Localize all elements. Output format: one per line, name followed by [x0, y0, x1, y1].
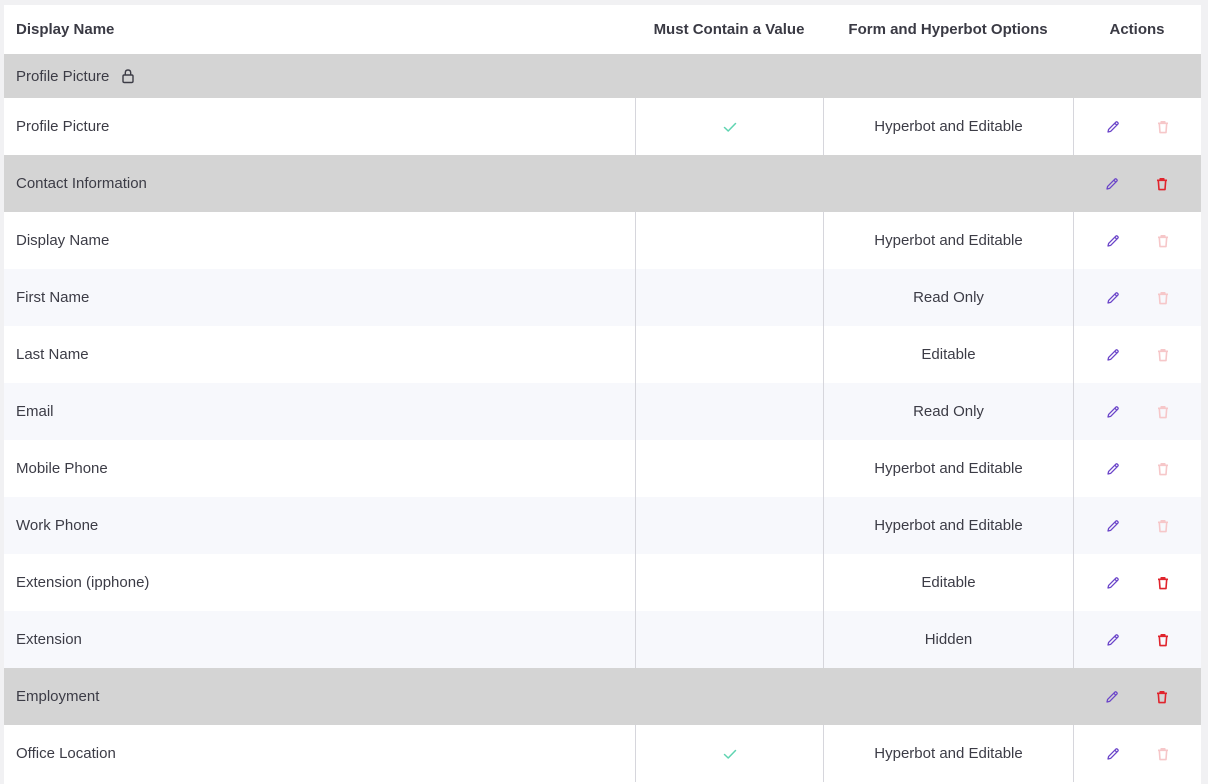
delete-trash-icon[interactable]: [1154, 574, 1172, 592]
required-cell: [635, 440, 823, 497]
table-row[interactable]: Last Name Editable: [4, 326, 1201, 383]
group-label: Contact Information: [16, 175, 147, 192]
required-cell: [635, 98, 823, 155]
table-row[interactable]: Display Name Hyperbot and Editable: [4, 212, 1201, 269]
actions-cell: [1073, 326, 1201, 383]
delete-trash-icon: [1154, 118, 1172, 136]
field-name: First Name: [16, 289, 90, 306]
lock-icon: [119, 67, 137, 85]
edit-pencil-icon[interactable]: [1104, 346, 1122, 364]
option-value: Read Only: [823, 383, 1073, 440]
required-cell: [635, 725, 823, 782]
field-name: Profile Picture: [16, 118, 110, 135]
actions-cell: [1073, 269, 1201, 326]
check-icon: [721, 745, 739, 763]
required-cell: [635, 497, 823, 554]
table-row[interactable]: Work Phone Hyperbot and Editable: [4, 497, 1201, 554]
edit-pencil-icon[interactable]: [1104, 517, 1122, 535]
option-value: Hyperbot and Editable: [823, 98, 1073, 155]
column-header-actions: Actions: [1109, 21, 1165, 38]
group-label: Profile Picture: [16, 67, 110, 85]
required-cell: [635, 383, 823, 440]
table-row[interactable]: Mobile Phone Hyperbot and Editable: [4, 440, 1201, 497]
actions-cell: [1073, 155, 1201, 212]
actions-cell: [1073, 497, 1201, 554]
delete-trash-icon: [1154, 403, 1172, 421]
edit-pencil-icon[interactable]: [1104, 232, 1122, 250]
delete-trash-icon: [1154, 289, 1172, 307]
table-row[interactable]: First Name Read Only: [4, 269, 1201, 326]
field-name: Mobile Phone: [16, 460, 108, 477]
table-row[interactable]: Extension Hidden: [4, 611, 1201, 668]
actions-cell: [1073, 383, 1201, 440]
required-cell: [635, 269, 823, 326]
edit-pencil-icon[interactable]: [1104, 403, 1122, 421]
field-name: Last Name: [16, 346, 89, 363]
column-header-must-contain[interactable]: Must Contain a Value: [635, 5, 823, 54]
delete-trash-icon[interactable]: [1153, 175, 1171, 193]
actions-cell: [1073, 668, 1201, 725]
actions-cell: [1073, 554, 1201, 611]
group-row-employment[interactable]: Employment: [4, 668, 1201, 725]
field-name: Display Name: [16, 232, 110, 249]
field-name: Work Phone: [16, 517, 99, 534]
edit-pencil-icon[interactable]: [1103, 175, 1121, 193]
edit-pencil-icon[interactable]: [1103, 688, 1121, 706]
column-header-display-name[interactable]: Display Name: [4, 5, 635, 54]
edit-pencil-icon[interactable]: [1104, 289, 1122, 307]
actions-cell: [1073, 212, 1201, 269]
delete-trash-icon: [1154, 232, 1172, 250]
option-value: Hyperbot and Editable: [823, 440, 1073, 497]
actions-cell: [1073, 725, 1201, 782]
option-value: Hyperbot and Editable: [823, 725, 1073, 782]
option-value: Editable: [823, 326, 1073, 383]
option-value: Read Only: [823, 269, 1073, 326]
field-name: Email: [16, 403, 54, 420]
table-row[interactable]: Extension (ipphone) Editable: [4, 554, 1201, 611]
option-value: Hyperbot and Editable: [823, 497, 1073, 554]
edit-pencil-icon[interactable]: [1104, 745, 1122, 763]
field-name: Office Location: [16, 745, 116, 762]
required-cell: [635, 212, 823, 269]
group-row-profile-picture[interactable]: Profile Picture: [4, 54, 1201, 98]
edit-pencil-icon[interactable]: [1104, 460, 1122, 478]
group-label: Employment: [16, 688, 100, 705]
required-cell: [635, 326, 823, 383]
custom-fields-table: Display Name Must Contain a Value Form a…: [4, 5, 1201, 784]
delete-trash-icon: [1154, 745, 1172, 763]
edit-pencil-icon[interactable]: [1104, 574, 1122, 592]
actions-cell: [1073, 98, 1201, 155]
delete-trash-icon: [1154, 460, 1172, 478]
group-row-contact-information[interactable]: Contact Information: [4, 155, 1201, 212]
edit-pencil-icon[interactable]: [1104, 631, 1122, 649]
option-value: Hidden: [823, 611, 1073, 668]
field-name: Extension: [16, 631, 82, 648]
field-name: Extension (ipphone): [16, 574, 150, 591]
column-header-options[interactable]: Form and Hyperbot Options: [823, 5, 1073, 54]
table-row[interactable]: Office Location Hyperbot and Editable: [4, 725, 1201, 782]
delete-trash-icon: [1154, 517, 1172, 535]
table-row[interactable]: Email Read Only: [4, 383, 1201, 440]
table-header: Display Name Must Contain a Value Form a…: [4, 5, 1201, 54]
option-value: Hyperbot and Editable: [823, 212, 1073, 269]
actions-cell: [1073, 440, 1201, 497]
delete-trash-icon[interactable]: [1153, 688, 1171, 706]
check-icon: [721, 118, 739, 136]
required-cell: [635, 611, 823, 668]
edit-pencil-icon[interactable]: [1104, 118, 1122, 136]
actions-cell: [1073, 611, 1201, 668]
required-cell: [635, 554, 823, 611]
delete-trash-icon[interactable]: [1154, 631, 1172, 649]
delete-trash-icon: [1154, 346, 1172, 364]
option-value: Editable: [823, 554, 1073, 611]
table-row[interactable]: Profile Picture Hyperbot and Editable: [4, 98, 1201, 155]
